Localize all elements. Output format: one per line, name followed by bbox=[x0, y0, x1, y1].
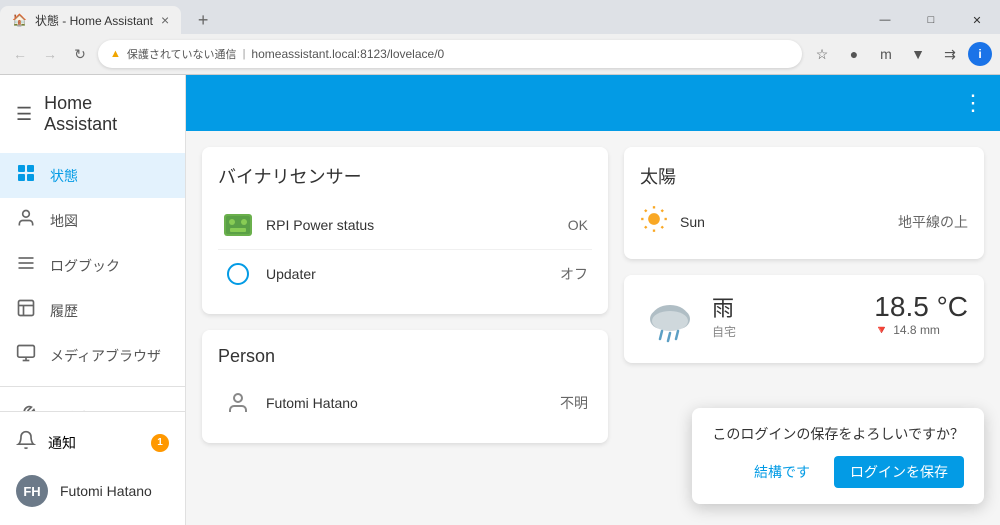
sun-name: Sun bbox=[680, 214, 886, 230]
rpi-sensor-status: OK bbox=[568, 217, 588, 233]
refresh-button[interactable]: ↻ bbox=[68, 42, 92, 66]
history-icon bbox=[16, 298, 36, 323]
updater-sensor-name: Updater bbox=[266, 266, 548, 282]
sidebar-item-logbook[interactable]: ログブック bbox=[0, 243, 185, 288]
minimize-button[interactable]: — bbox=[862, 3, 908, 37]
precipitation-value: 14.8 mm bbox=[893, 323, 940, 337]
profile-icon[interactable]: i bbox=[968, 42, 992, 66]
nav-divider bbox=[0, 386, 185, 387]
address-input[interactable]: ▲ 保護されていない通信 | homeassistant.local:8123/… bbox=[98, 40, 802, 68]
address-text: homeassistant.local:8123/lovelace/0 bbox=[251, 47, 444, 61]
sidebar-label-media: メディアブラウザ bbox=[50, 346, 161, 366]
sidebar-label-status: 状態 bbox=[50, 166, 78, 186]
security-icon: ▲ bbox=[110, 48, 121, 60]
updater-icon bbox=[222, 258, 254, 290]
app-title: Home Assistant bbox=[44, 93, 169, 135]
sidebar-nav: 状態 地図 bbox=[0, 153, 185, 411]
media-icon bbox=[16, 343, 36, 368]
address-bar: ← → ↻ ▲ 保護されていない通信 | homeassistant.local… bbox=[0, 34, 1000, 74]
sidebar-item-media[interactable]: メディアブラウザ bbox=[0, 333, 185, 378]
rain-cloud-icon bbox=[642, 291, 698, 347]
sidebar-item-devtools[interactable]: 開発者ツール bbox=[0, 395, 185, 411]
browser-chrome: 🏠 状態 - Home Assistant × + — □ ✕ ← → ↻ ▲ … bbox=[0, 0, 1000, 75]
tab-bar: 🏠 状態 - Home Assistant × + — □ ✕ bbox=[0, 0, 1000, 34]
sun-title: 太陽 bbox=[640, 163, 968, 189]
save-login-toast: このログインの保存をよろしいですか？ 結構です ログインを保存 bbox=[692, 408, 984, 504]
sensor-row-rpi[interactable]: RPI Power status OK bbox=[218, 201, 592, 250]
tab-title: 状態 - Home Assistant bbox=[35, 12, 153, 29]
sidebar-label-map: 地図 bbox=[50, 211, 78, 231]
top-bar: ⋮ bbox=[186, 75, 1000, 131]
maximize-button[interactable]: □ bbox=[908, 3, 954, 37]
weather-icon-area bbox=[640, 291, 700, 347]
forward-button[interactable]: → bbox=[38, 42, 62, 66]
binary-sensor-card: バイナリセンサー RPI Power status bbox=[202, 147, 608, 314]
sidebar: ☰ Home Assistant 状態 bbox=[0, 75, 186, 525]
precipitation-icon: 🔻 bbox=[874, 323, 889, 337]
left-column: バイナリセンサー RPI Power status bbox=[202, 147, 608, 509]
toast-cancel-button[interactable]: 結構です bbox=[738, 456, 826, 488]
notification-label: 通知 bbox=[48, 433, 76, 453]
notification-item[interactable]: 通知 1 bbox=[0, 420, 185, 465]
updater-sensor-status: オフ bbox=[560, 264, 588, 284]
binary-sensor-title: バイナリセンサー bbox=[218, 163, 592, 189]
sensor-row-updater[interactable]: Updater オフ bbox=[218, 250, 592, 298]
account-icon[interactable]: ● bbox=[840, 40, 868, 68]
extension3-icon[interactable]: ⇉ bbox=[936, 40, 964, 68]
sidebar-label-logbook: ログブック bbox=[50, 256, 120, 276]
new-tab-button[interactable]: + bbox=[189, 6, 217, 34]
sun-row[interactable]: Sun 地平線の上 bbox=[640, 201, 968, 243]
rpi-sensor-name: RPI Power status bbox=[266, 217, 556, 233]
security-text: 保護されていない通信 bbox=[127, 46, 237, 62]
weather-name: 雨 bbox=[712, 291, 862, 323]
weather-location: 自宅 bbox=[712, 323, 862, 340]
extension2-icon[interactable]: ▼ bbox=[904, 40, 932, 68]
person-card: Person Futomi Hatano 不明 bbox=[202, 330, 608, 443]
person-name: Futomi Hatano bbox=[266, 395, 548, 411]
user-avatar: FH bbox=[16, 475, 48, 507]
window-controls: — □ ✕ bbox=[862, 3, 1000, 37]
weather-right: 18.5 °C 🔻 14.8 mm bbox=[874, 291, 968, 337]
weather-info: 雨 自宅 bbox=[712, 291, 862, 340]
person-row[interactable]: Futomi Hatano 不明 bbox=[218, 379, 592, 427]
sidebar-label-history: 履歴 bbox=[50, 301, 78, 321]
back-button[interactable]: ← bbox=[8, 42, 32, 66]
weather-temperature: 18.5 °C bbox=[874, 291, 968, 323]
bookmark-icon[interactable]: ☆ bbox=[808, 40, 836, 68]
person-icon bbox=[222, 387, 254, 419]
toast-message: このログインの保存をよろしいですか？ bbox=[712, 424, 964, 444]
status-icon bbox=[16, 163, 36, 188]
sidebar-header: ☰ Home Assistant bbox=[0, 75, 185, 153]
address-separator: | bbox=[243, 48, 246, 60]
weather-card: 雨 自宅 18.5 °C 🔻 14.8 mm bbox=[624, 275, 984, 363]
tab-close-button[interactable]: × bbox=[161, 12, 169, 28]
person-status: 不明 bbox=[560, 393, 588, 413]
sidebar-item-status[interactable]: 状態 bbox=[0, 153, 185, 198]
close-button[interactable]: ✕ bbox=[954, 3, 1000, 37]
map-icon bbox=[16, 208, 36, 233]
notification-icon bbox=[16, 430, 36, 455]
sidebar-footer: 通知 1 FH Futomi Hatano bbox=[0, 411, 185, 525]
sidebar-item-map[interactable]: 地図 bbox=[0, 198, 185, 243]
weather-precipitation: 🔻 14.8 mm bbox=[874, 323, 968, 337]
toast-confirm-button[interactable]: ログインを保存 bbox=[834, 456, 964, 488]
user-item[interactable]: FH Futomi Hatano bbox=[0, 465, 185, 517]
extension-icon[interactable]: m bbox=[872, 40, 900, 68]
notification-badge: 1 bbox=[151, 434, 169, 452]
user-name: Futomi Hatano bbox=[60, 483, 152, 499]
top-bar-menu-icon[interactable]: ⋮ bbox=[962, 90, 984, 116]
hamburger-icon[interactable]: ☰ bbox=[16, 104, 32, 125]
person-title: Person bbox=[218, 346, 592, 367]
active-tab[interactable]: 🏠 状態 - Home Assistant × bbox=[0, 6, 181, 34]
sun-icon bbox=[640, 205, 668, 239]
sidebar-item-history[interactable]: 履歴 bbox=[0, 288, 185, 333]
logbook-icon bbox=[16, 253, 36, 278]
sun-status: 地平線の上 bbox=[898, 212, 968, 232]
toast-buttons: 結構です ログインを保存 bbox=[712, 456, 964, 488]
sun-card: 太陽 bbox=[624, 147, 984, 259]
toolbar-icons: ☆ ● m ▼ ⇉ i bbox=[808, 40, 992, 68]
rpi-icon bbox=[222, 209, 254, 241]
